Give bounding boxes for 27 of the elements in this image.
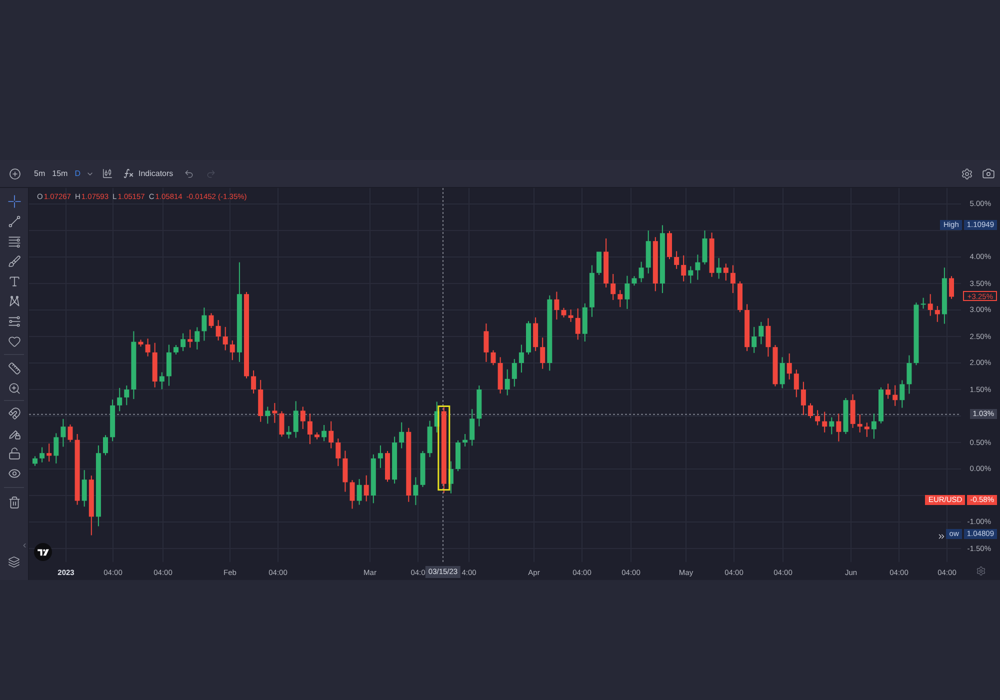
trend-line-icon[interactable] xyxy=(8,214,20,228)
chevron-left-icon[interactable] xyxy=(21,542,28,548)
zoom-in-icon[interactable] xyxy=(8,382,20,394)
interval-button[interactable]: 15m xyxy=(52,168,68,178)
add-icon[interactable] xyxy=(8,168,20,180)
parallel-lines-icon[interactable] xyxy=(8,234,20,248)
interval-button[interactable]: D xyxy=(74,168,80,178)
heart-icon[interactable] xyxy=(8,334,20,348)
interval-button[interactable]: 5m xyxy=(34,168,46,178)
text-icon[interactable] xyxy=(8,274,20,288)
settings-icon[interactable] xyxy=(961,168,973,180)
camera-icon[interactable] xyxy=(982,167,995,180)
crosshair-icon[interactable] xyxy=(8,194,20,208)
ruler-icon[interactable] xyxy=(8,362,20,374)
lock-icon[interactable] xyxy=(8,446,20,460)
function-icon xyxy=(123,168,134,179)
undo-icon[interactable] xyxy=(184,168,194,178)
trash-icon[interactable] xyxy=(8,496,20,508)
magnet-icon[interactable] xyxy=(8,406,20,420)
indicators-button[interactable]: Indicators xyxy=(123,168,174,179)
layers-icon[interactable] xyxy=(8,556,20,568)
projection-icon[interactable] xyxy=(8,314,20,328)
eye-icon[interactable] xyxy=(8,466,20,480)
brush-icon[interactable] xyxy=(8,254,20,268)
candlestick-icon[interactable] xyxy=(102,168,114,179)
pattern-icon[interactable] xyxy=(8,294,20,308)
settings-icon[interactable] xyxy=(976,566,986,576)
